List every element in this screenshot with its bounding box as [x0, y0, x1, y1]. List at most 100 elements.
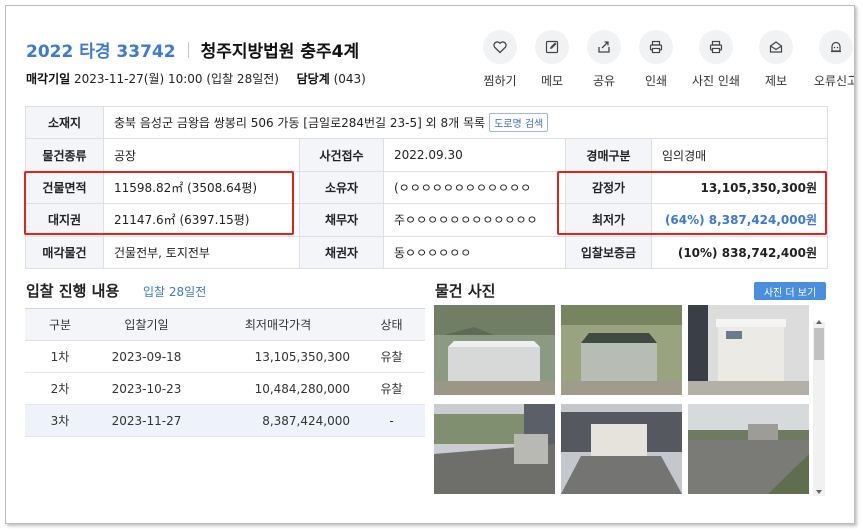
status-cell: 유찰	[358, 372, 425, 405]
photo-print-icon	[709, 40, 723, 54]
property-photo[interactable]	[434, 404, 555, 494]
type-value: 공장	[103, 138, 300, 172]
memo-label: 메모	[540, 74, 564, 88]
property-photo[interactable]	[688, 305, 809, 395]
appraisal-value: 13,105,350,300원	[650, 170, 829, 205]
table-row: 1차 2023-09-18 13,105,350,300 유찰	[25, 340, 425, 373]
sale-date-value: 2023-11-27(월) 10:00 (입찰 28일전)	[74, 72, 279, 86]
memo-button[interactable]: 메모	[526, 30, 578, 89]
error-report-label: 오류신고	[813, 74, 855, 88]
sale-item-label: 매각물건	[25, 235, 104, 269]
heart-icon	[493, 41, 507, 54]
round-cell: 2차	[25, 372, 95, 405]
scrollbar-thumb[interactable]	[814, 328, 824, 360]
property-info-table: 소재지 충북 음성군 금왕읍 쌍봉리 506 가동 [금일로284번길 23-5…	[25, 105, 829, 269]
scroll-up-arrow-icon[interactable]	[816, 320, 822, 324]
table-header-row: 구분 입찰기일 최저매각가격 상태	[25, 308, 425, 341]
price-cell: 8,387,424,000	[198, 404, 358, 437]
creditor-value: 동ㅇㅇㅇㅇㅇㅇ	[383, 235, 566, 269]
dept-label: 담당계	[296, 72, 330, 86]
debtor-label: 채무자	[299, 203, 384, 237]
auction-kind-value: 임의경매	[650, 138, 829, 172]
building-area-value: 11598.82㎡ (3508.64평)	[103, 170, 300, 205]
court-name: 청주지방법원 충주4계	[200, 42, 360, 62]
round-cell: 3차	[25, 404, 95, 437]
table-row: 건물면적 11598.82㎡ (3508.64평) 소유자 (ㅇㅇㅇㅇㅇㅇㅇㅇㅇ…	[25, 170, 829, 205]
bid-progress-table: 구분 입찰기일 최저매각가격 상태 1차 2023-09-18 13,105,3…	[25, 308, 425, 437]
min-price-label: 최저가	[565, 203, 652, 237]
status-cell: -	[358, 404, 425, 437]
sale-item-value: 건물전부, 토지전부	[103, 235, 300, 269]
price-cell: 10,484,280,000	[198, 372, 358, 405]
column-header: 입찰기일	[95, 308, 198, 341]
date-cell: 2023-11-27	[95, 404, 198, 437]
sale-date-label: 매각기일	[26, 72, 71, 86]
alert-icon	[831, 41, 841, 53]
price-cell: 13,105,350,300	[198, 340, 358, 373]
land-right-value: 21147.6㎡ (6397.15평)	[103, 203, 300, 237]
status-cell: 유찰	[358, 340, 425, 373]
case-number: 2022 타경 33742	[26, 42, 176, 62]
auction-detail-window: 2022 타경 33742 청주지방법원 충주4계 매각기일 2023-11-2…	[5, 5, 855, 524]
location-cell: 충북 음성군 금왕읍 쌍봉리 506 가동 [금일로284번길 23-5] 외 …	[102, 105, 829, 140]
property-photo[interactable]	[561, 404, 682, 494]
column-header: 구분	[25, 308, 95, 341]
deposit-label: 입찰보증금	[565, 235, 652, 269]
photo-print-button[interactable]: 사진 인쇄	[682, 30, 750, 89]
report-button[interactable]: 제보	[750, 30, 802, 89]
table-row: 매각물건 건물전부, 토지전부 채권자 동ㅇㅇㅇㅇㅇㅇ 입찰보증금 (10%) …	[25, 235, 829, 269]
type-label: 물건종류	[25, 138, 104, 172]
print-button[interactable]: 인쇄	[630, 30, 682, 89]
property-photo[interactable]	[688, 404, 809, 494]
creditor-label: 채권자	[299, 235, 384, 269]
more-photos-button[interactable]: 사진 더 보기	[754, 282, 826, 300]
title-row: 2022 타경 33742 청주지방법원 충주4계	[26, 37, 359, 62]
table-row: 물건종류 공장 사건접수 2022.09.30 경매구분 임의경매	[25, 138, 829, 172]
photo-print-label: 사진 인쇄	[692, 74, 740, 88]
column-header: 최저매각가격	[198, 308, 358, 341]
pencil-icon	[545, 40, 559, 54]
appraisal-label: 감정가	[565, 170, 652, 205]
debtor-value: 주ㅇㅇㅇㅇㅇㅇㅇㅇㅇㅇㅇㅇ	[383, 203, 566, 237]
filed-label: 사건접수	[299, 138, 384, 172]
owner-value: (ㅇㅇㅇㅇㅇㅇㅇㅇㅇㅇㅇㅇ	[383, 170, 566, 205]
favorite-button[interactable]: 찜하기	[474, 30, 526, 89]
share-icon	[598, 41, 610, 53]
land-right-label: 대지권	[25, 203, 104, 237]
photo-scrollbar[interactable]	[813, 320, 825, 496]
share-label: 공유	[592, 74, 616, 88]
column-header: 상태	[358, 308, 425, 341]
favorite-label: 찜하기	[483, 74, 517, 88]
location-label: 소재지	[25, 105, 104, 140]
location-value: 충북 음성군 금왕읍 쌍봉리 506 가동 [금일로284번길 23-5] 외 …	[114, 116, 486, 131]
road-name-search-button[interactable]: 도로명 검색	[489, 113, 549, 133]
table-row: 2차 2023-10-23 10,484,280,000 유찰	[25, 372, 425, 405]
date-cell: 2023-09-18	[95, 340, 198, 373]
share-button[interactable]: 공유	[578, 30, 630, 89]
progress-subtitle: 입찰 28일전	[143, 285, 207, 299]
photos-title: 물건 사진	[435, 282, 496, 300]
round-cell: 1차	[25, 340, 95, 373]
sale-info-row: 매각기일 2023-11-27(월) 10:00 (입찰 28일전) 담당계 (…	[26, 70, 366, 87]
report-label: 제보	[764, 74, 788, 88]
deposit-value: (10%) 838,742,400원	[650, 235, 829, 269]
scroll-down-arrow-icon[interactable]	[816, 490, 822, 494]
filed-value: 2022.09.30	[383, 138, 566, 172]
table-row: 대지권 21147.6㎡ (6397.15평) 채무자 주ㅇㅇㅇㅇㅇㅇㅇㅇㅇㅇㅇ…	[25, 203, 829, 237]
error-report-button[interactable]: 오류신고	[802, 30, 855, 89]
auction-kind-label: 경매구분	[565, 138, 652, 172]
photo-grid	[434, 305, 812, 494]
table-row: 3차 2023-11-27 8,387,424,000 -	[25, 404, 425, 437]
building-area-label: 건물면적	[25, 170, 104, 205]
property-photo[interactable]	[561, 305, 682, 395]
date-cell: 2023-10-23	[95, 372, 198, 405]
mail-icon	[769, 41, 783, 53]
table-row: 소재지 충북 음성군 금왕읍 쌍봉리 506 가동 [금일로284번길 23-5…	[25, 105, 829, 140]
print-label: 인쇄	[644, 74, 668, 88]
progress-title: 입찰 진행 내용	[26, 282, 120, 300]
dept-value: (043)	[333, 72, 366, 86]
printer-icon	[649, 40, 663, 54]
title-divider	[187, 41, 189, 58]
owner-label: 소유자	[299, 170, 384, 205]
property-photo[interactable]	[434, 305, 555, 395]
